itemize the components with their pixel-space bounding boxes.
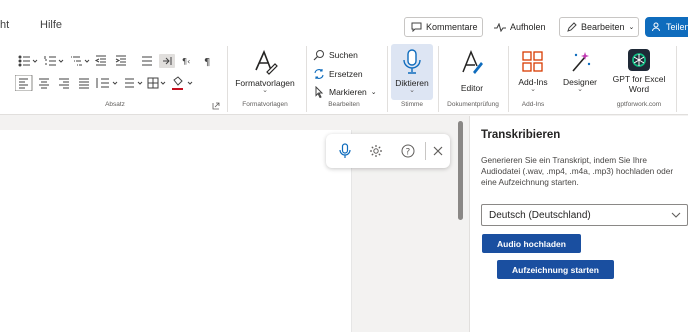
tab-bar: ht Hilfe Kommentare Aufholen Bearbeiten …	[0, 0, 688, 42]
replace-button[interactable]: Ersetzen	[313, 67, 363, 81]
divider	[425, 142, 426, 160]
chevron-down-icon: ⌄	[409, 87, 415, 94]
chevron-down-icon: ⌄	[370, 89, 377, 96]
comments-label: Kommentare	[426, 22, 478, 32]
styles-icon	[255, 49, 278, 75]
gpt-logo-icon	[628, 49, 650, 71]
editor-button[interactable]: Editor	[450, 44, 494, 100]
catchup-button[interactable]: Aufholen	[487, 17, 553, 37]
divider	[438, 46, 439, 112]
microphone-toggle-button[interactable]	[336, 142, 354, 160]
divider	[676, 46, 677, 112]
gear-icon	[370, 145, 382, 157]
group-label-addins: Add-Ins	[521, 101, 545, 108]
dictate-button[interactable]: Diktieren ⌄	[391, 44, 433, 100]
divider	[387, 46, 388, 112]
bullets-icon	[18, 55, 30, 67]
align-center-icon	[39, 78, 49, 89]
pane-description: Generieren Sie ein Transkript, indem Sie…	[481, 155, 674, 187]
find-label: Suchen	[329, 50, 358, 60]
sort-icon	[142, 56, 152, 66]
gpt-for-work-button[interactable]: GPT for Excel Word	[607, 44, 671, 100]
tab-view[interactable]: ht	[0, 19, 9, 31]
ribbon: ¶‹ ¶ Absatz Formatvorlagen ⌄ Formatvorla…	[0, 42, 688, 115]
designer-button[interactable]: Designer ⌄	[559, 44, 601, 100]
numbering-icon	[44, 56, 56, 66]
group-label-editing: Bearbeiten	[328, 101, 360, 108]
vertical-scrollbar[interactable]	[458, 121, 463, 220]
microphone-icon	[339, 143, 351, 158]
gpt-label-line1: GPT for Excel	[612, 74, 666, 84]
svg-text:?: ?	[406, 148, 411, 158]
paint-bucket-icon	[172, 76, 183, 90]
person-add-icon	[652, 22, 660, 32]
language-select[interactable]: Deutsch (Deutschland)	[481, 204, 688, 226]
select-label: Markieren	[329, 87, 367, 97]
document-page[interactable]	[0, 130, 352, 332]
chevron-down-icon: ⌄	[530, 86, 536, 93]
addins-icon	[522, 51, 543, 72]
paragraph-row1-icons: ¶‹ ¶	[18, 54, 210, 68]
pilcrow-icon: ¶	[204, 57, 210, 68]
dictation-settings-button[interactable]	[367, 142, 385, 160]
addins-button[interactable]: Add-Ins ⌄	[513, 44, 553, 100]
close-dictation-button[interactable]	[429, 142, 447, 160]
catchup-label: Aufholen	[510, 22, 546, 32]
dialog-launcher-icon[interactable]	[212, 102, 220, 110]
justify-icon	[79, 78, 89, 89]
align-right-icon	[59, 78, 69, 89]
start-recording-button[interactable]: Aufzeichnung starten	[497, 260, 614, 279]
share-label: Teilen	[666, 22, 688, 32]
group-label-gptforwork: gptforwork.com	[616, 101, 662, 108]
language-select-value: Deutsch (Deutschland)	[489, 209, 591, 221]
find-button[interactable]: Suchen	[313, 48, 358, 62]
styles-button[interactable]: Formatvorlagen ⌄	[230, 44, 300, 100]
replace-label: Ersetzen	[329, 69, 363, 79]
editing-mode-button[interactable]: Bearbeiten ⌄	[559, 17, 639, 37]
chevron-down-icon	[671, 212, 681, 218]
transcribe-pane: Transkribieren Generieren Sie ein Transk…	[469, 116, 688, 332]
decrease-indent-icon	[94, 55, 106, 66]
editing-label: Bearbeiten	[581, 22, 625, 32]
divider	[508, 46, 509, 112]
chevron-down-icon: ⌄	[628, 24, 635, 31]
shading-icon	[125, 78, 134, 88]
borders-icon	[147, 77, 159, 89]
group-label-proofing: Dokumentprüfung	[447, 101, 499, 108]
chevron-down-icon: ⌄	[262, 87, 268, 94]
help-icon: ?	[401, 144, 415, 158]
editor-label: Editor	[460, 83, 484, 93]
divider	[306, 46, 307, 112]
paragraph-row2-icons	[15, 75, 193, 91]
comments-button[interactable]: Kommentare	[404, 17, 483, 37]
pointer-icon	[315, 86, 324, 98]
share-button[interactable]: Teilen	[645, 17, 688, 37]
designer-icon	[572, 52, 591, 72]
group-label-paragraph: Absatz	[105, 101, 125, 108]
editor-icon	[462, 50, 483, 74]
tab-help[interactable]: Hilfe	[40, 19, 62, 31]
close-icon	[433, 146, 443, 156]
microphone-icon	[403, 49, 421, 74]
select-button[interactable]: Markieren ⌄	[313, 85, 377, 99]
comment-icon	[411, 22, 422, 32]
chevron-down-icon: ⌄	[577, 86, 583, 93]
replace-icon	[314, 69, 324, 79]
upload-audio-button[interactable]: Audio hochladen	[482, 234, 581, 253]
divider	[227, 46, 228, 112]
pencil-icon	[567, 21, 577, 32]
pane-title: Transkribieren	[481, 129, 561, 141]
dictation-help-button[interactable]: ?	[399, 142, 417, 160]
group-label-voice: Stimme	[400, 101, 424, 108]
pulse-icon	[494, 22, 506, 32]
group-label-styles: Formatvorlagen	[242, 101, 288, 108]
increase-indent-icon	[115, 55, 126, 66]
line-spacing-icon	[96, 78, 109, 88]
dictation-toolbar: ?	[326, 134, 450, 168]
search-icon	[313, 50, 324, 61]
multilevel-icon	[71, 56, 82, 66]
rtl-icon: ¶‹	[182, 57, 190, 66]
gpt-label-line2: Word	[628, 84, 650, 94]
